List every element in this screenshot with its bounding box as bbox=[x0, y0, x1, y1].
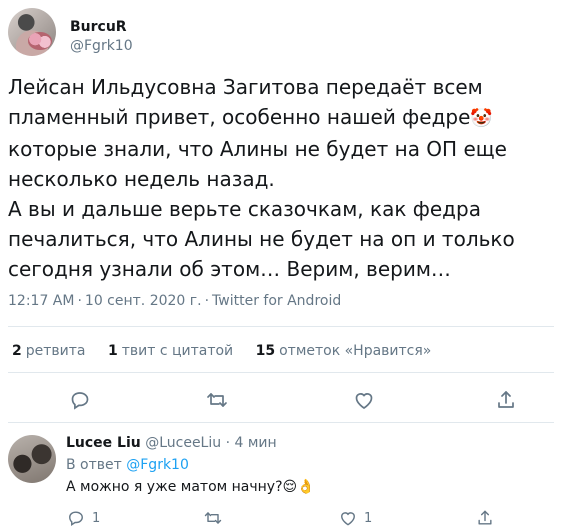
tweet-meta: 12:17 AM · 10 сент. 2020 г. · Twitter for An… bbox=[8, 293, 342, 309]
tweet-actions bbox=[0, 388, 562, 414]
retweets-stat[interactable]: 2 ретвита bbox=[12, 343, 86, 359]
quotes-stat[interactable]: 1 твит с цитатой bbox=[108, 343, 233, 359]
reply-text: А можно я уже матом начну?😌👌 bbox=[66, 479, 315, 495]
like-icon[interactable] bbox=[352, 388, 376, 412]
author-handle[interactable]: @Fgrk10 bbox=[70, 38, 133, 54]
reply-header: Lucee Liu @LuceeLiu · 4 мин bbox=[66, 435, 277, 451]
tweet-time[interactable]: 12:17 AM bbox=[8, 293, 74, 309]
reply-reply-count: 1 bbox=[92, 510, 101, 526]
reply-icon[interactable] bbox=[68, 388, 92, 412]
tweet-author[interactable]: BurcuR @Fgrk10 bbox=[8, 8, 308, 56]
reply-retweet-button[interactable] bbox=[203, 508, 223, 528]
divider bbox=[8, 326, 554, 327]
reply-reply-button[interactable]: 1 bbox=[66, 508, 100, 528]
tweet-text: Лейсан Ильдусовна Загитова передаёт всем… bbox=[8, 72, 556, 284]
likes-stat[interactable]: 15 отметок «Нравится» bbox=[256, 343, 432, 359]
reply-like-count: 1 bbox=[364, 510, 373, 526]
retweet-icon bbox=[204, 512, 222, 524]
divider bbox=[8, 422, 554, 423]
share-icon bbox=[478, 510, 492, 525]
reply-to: В ответ @Fgrk10 bbox=[66, 457, 189, 473]
tweet-source[interactable]: Twitter for Android bbox=[212, 293, 341, 309]
tweet-stats: 2 ретвита 1 твит с цитатой 15 отметок «Нрав… bbox=[12, 343, 449, 359]
reply-avatar[interactable] bbox=[8, 435, 56, 483]
tweet-date[interactable]: 10 сент. 2020 г. bbox=[85, 293, 202, 309]
reply-time[interactable]: 4 мин bbox=[234, 435, 276, 451]
author-avatar[interactable] bbox=[8, 8, 56, 56]
share-icon[interactable] bbox=[494, 388, 518, 412]
divider bbox=[8, 372, 554, 373]
reply-like-button[interactable]: 1 bbox=[338, 508, 372, 528]
retweet-icon[interactable] bbox=[205, 388, 229, 412]
reply-share-button[interactable] bbox=[475, 508, 495, 528]
reply-to-handle[interactable]: @Fgrk10 bbox=[126, 457, 189, 473]
author-name[interactable]: BurcuR bbox=[70, 19, 127, 35]
like-icon bbox=[341, 512, 355, 526]
tweet-text-part1: Лейсан Ильдусовна Загитова передаёт всем… bbox=[8, 75, 483, 129]
reply-author-handle[interactable]: @LuceeLiu bbox=[145, 435, 221, 451]
reply-author-name[interactable]: Lucee Liu bbox=[66, 435, 141, 451]
tweet-text-part2: которые знали, что Алины не будет на ОП … bbox=[8, 137, 515, 281]
reply-icon bbox=[69, 511, 83, 526]
reply-actions: 1 1 bbox=[0, 508, 562, 530]
clown-emoji: 🤡 bbox=[470, 108, 493, 129]
